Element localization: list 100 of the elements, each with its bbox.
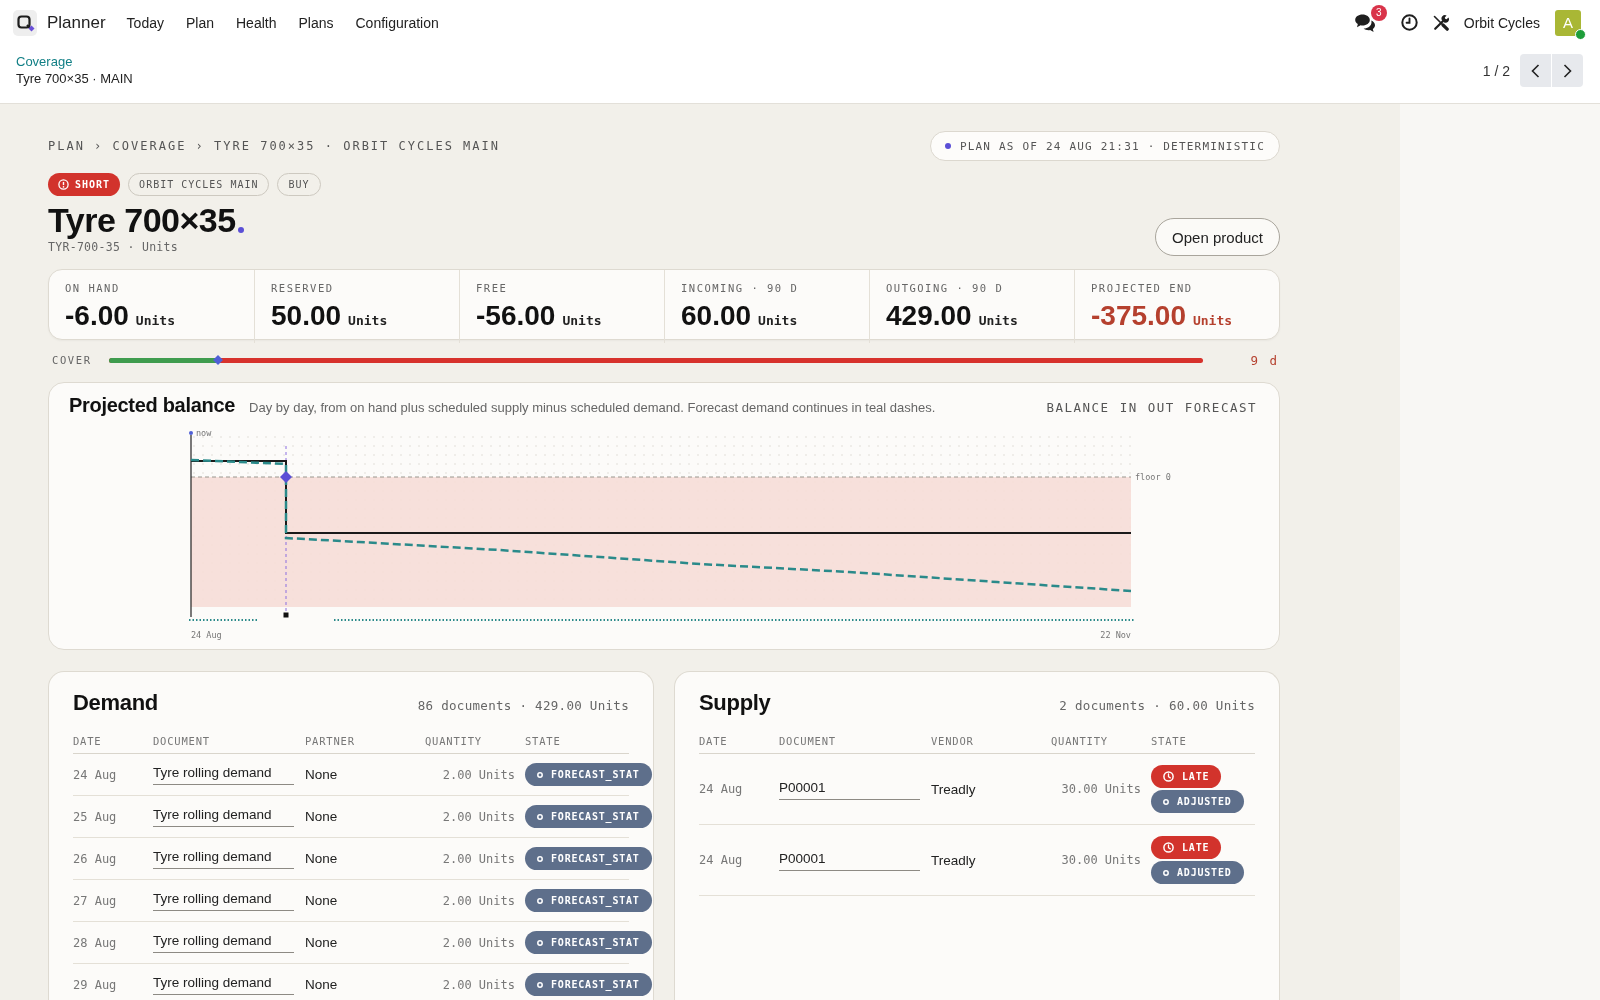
clock-icon[interactable] xyxy=(1400,14,1418,31)
menu-item[interactable]: Health xyxy=(225,10,288,35)
menu-item[interactable]: Plans xyxy=(287,10,345,35)
partner-cell-text: None xyxy=(305,851,339,866)
column-header: DOCUMENT xyxy=(153,734,211,747)
kpi-value: 60.00 xyxy=(681,301,752,331)
quantity-cell-text: 2.00 Units xyxy=(441,935,516,950)
date-cell-text: 24 Aug xyxy=(699,782,744,796)
document-field[interactable]: P00001 xyxy=(779,849,920,871)
state-label: ADJUSTED xyxy=(1177,867,1232,878)
quantity-cell-text: 30.00 Units xyxy=(1060,782,1142,796)
state-label: LATE xyxy=(1182,771,1210,782)
next-button[interactable] xyxy=(1552,54,1583,87)
diamond-marker-icon xyxy=(280,471,292,483)
table-summary: 2 documents · 60.00 Units xyxy=(1059,698,1255,713)
kpi-unit: Units xyxy=(758,313,798,328)
column-header: DATE xyxy=(699,734,729,747)
document-field[interactable]: Tyre rolling demand xyxy=(153,806,294,827)
circle-icon xyxy=(537,771,543,778)
state-label: FORECAST_STAT xyxy=(551,853,640,864)
exclamation-circle-icon xyxy=(58,179,69,190)
tag-label: SHORT xyxy=(75,179,111,190)
menu-item[interactable]: Configuration xyxy=(344,10,450,35)
pager-counter: 1 / 2 xyxy=(1482,62,1510,79)
open-product-button[interactable]: Open product xyxy=(1155,218,1280,256)
column-header: QUANTITY xyxy=(1051,734,1109,747)
logo-icon[interactable] xyxy=(13,9,37,36)
vendor-cell-text: Treadly xyxy=(931,781,977,797)
menu-item[interactable]: Today xyxy=(115,10,175,35)
breadcrumb-link[interactable]: Coverage xyxy=(16,53,73,70)
kpi-unit: Units xyxy=(135,313,175,328)
quantity-cell-text: 2.00 Units xyxy=(441,767,516,782)
date-cell-text: 24 Aug xyxy=(699,853,744,867)
legend-toggle[interactable]: OUT xyxy=(1147,400,1175,415)
floor-label: floor 0 xyxy=(1135,472,1171,482)
chevron-right-icon xyxy=(1563,63,1572,78)
quantity-cell-text: 30.00 Units xyxy=(1060,853,1142,867)
axis-date-label: 22 Nov xyxy=(1100,630,1131,640)
cover-reading: 9 d xyxy=(1249,352,1280,368)
circle-icon xyxy=(1163,798,1169,805)
app-name[interactable]: Planner xyxy=(47,12,106,33)
accent-dot-icon xyxy=(237,227,244,233)
circle-icon xyxy=(537,855,543,862)
partner-cell-text: None xyxy=(305,767,339,782)
tools-icon[interactable] xyxy=(1432,14,1449,31)
partner-cell-text: None xyxy=(305,809,339,824)
column-header: STATE xyxy=(525,734,562,747)
state-label: FORECAST_STAT xyxy=(551,769,640,780)
partner-cell-text: None xyxy=(305,977,339,992)
vendor-cell-text: Treadly xyxy=(931,852,977,868)
state-label: LATE xyxy=(1182,842,1210,853)
kpi-label: ON HAND xyxy=(65,282,121,295)
table-summary: 86 documents · 429.00 Units xyxy=(417,698,629,713)
notification-badge: 3 xyxy=(1370,4,1387,21)
document-field[interactable]: Tyre rolling demand xyxy=(153,932,294,953)
clock-icon xyxy=(1163,771,1174,782)
column-header: STATE xyxy=(1151,734,1188,747)
circle-icon xyxy=(537,813,543,820)
document-field[interactable]: Tyre rolling demand xyxy=(153,890,294,911)
previous-button[interactable] xyxy=(1520,54,1551,87)
breadcrumb-current: Tyre 700×35 · MAIN xyxy=(16,70,133,87)
legend-toggle[interactable]: FORECAST xyxy=(1184,400,1257,415)
kpi-unit: Units xyxy=(978,313,1018,328)
kpi-value: -6.00 xyxy=(65,301,129,331)
demand-tick-strip xyxy=(188,619,259,621)
table-title: Demand xyxy=(73,690,158,716)
kpi-label: RESERVED xyxy=(271,282,335,295)
kpi-label: FREE xyxy=(476,282,509,295)
date-cell-text: 27 Aug xyxy=(73,893,118,908)
clock-icon xyxy=(1163,842,1174,853)
date-cell-text: 28 Aug xyxy=(73,935,118,950)
document-field[interactable]: P00001 xyxy=(779,778,920,800)
legend-toggle[interactable]: IN xyxy=(1119,400,1138,415)
document-field[interactable]: Tyre rolling demand xyxy=(153,764,294,785)
document-field[interactable]: Tyre rolling demand xyxy=(153,848,294,869)
square-marker-icon xyxy=(283,612,289,618)
kpi-value: 429.00 xyxy=(886,301,972,331)
state-label: FORECAST_STAT xyxy=(551,937,640,948)
quantity-cell-text: 2.00 Units xyxy=(441,893,516,908)
product-reference: TYR-700-35 · Units xyxy=(48,239,180,256)
state-label: FORECAST_STAT xyxy=(551,979,640,990)
document-field[interactable]: Tyre rolling demand xyxy=(153,974,294,995)
page-breadcrumb: PLAN › COVERAGE › TYRE 700×35 · ORBIT CYCLES MAIN xyxy=(48,139,500,153)
column-header: DOCUMENT xyxy=(779,734,837,747)
state-label: FORECAST_STAT xyxy=(551,895,640,906)
kpi-unit: Units xyxy=(348,313,388,328)
kpi-value: -56.00 xyxy=(476,301,556,331)
plan-status-text: PLAN AS OF 24 AUG 21:31 · DETERMINISTIC xyxy=(959,139,1265,153)
table-title: Supply xyxy=(699,690,771,716)
state-label: FORECAST_STAT xyxy=(551,811,640,822)
company-switcher[interactable]: Orbit Cycles xyxy=(1463,14,1540,31)
circle-icon xyxy=(1163,869,1169,876)
kpi-unit: Units xyxy=(1192,313,1233,328)
chevron-left-icon xyxy=(1531,63,1540,78)
date-cell-text: 26 Aug xyxy=(73,851,118,866)
state-label: ADJUSTED xyxy=(1177,796,1232,807)
legend-toggle[interactable]: BALANCE xyxy=(1046,400,1110,415)
menu-item[interactable]: Plan xyxy=(174,10,225,35)
chart-description: Day by day, from on hand plus scheduled supply minus scheduled demand. Forecast demand continues in teal dashes. xyxy=(249,400,936,415)
chat-bubbles-icon[interactable] xyxy=(1354,13,1375,32)
